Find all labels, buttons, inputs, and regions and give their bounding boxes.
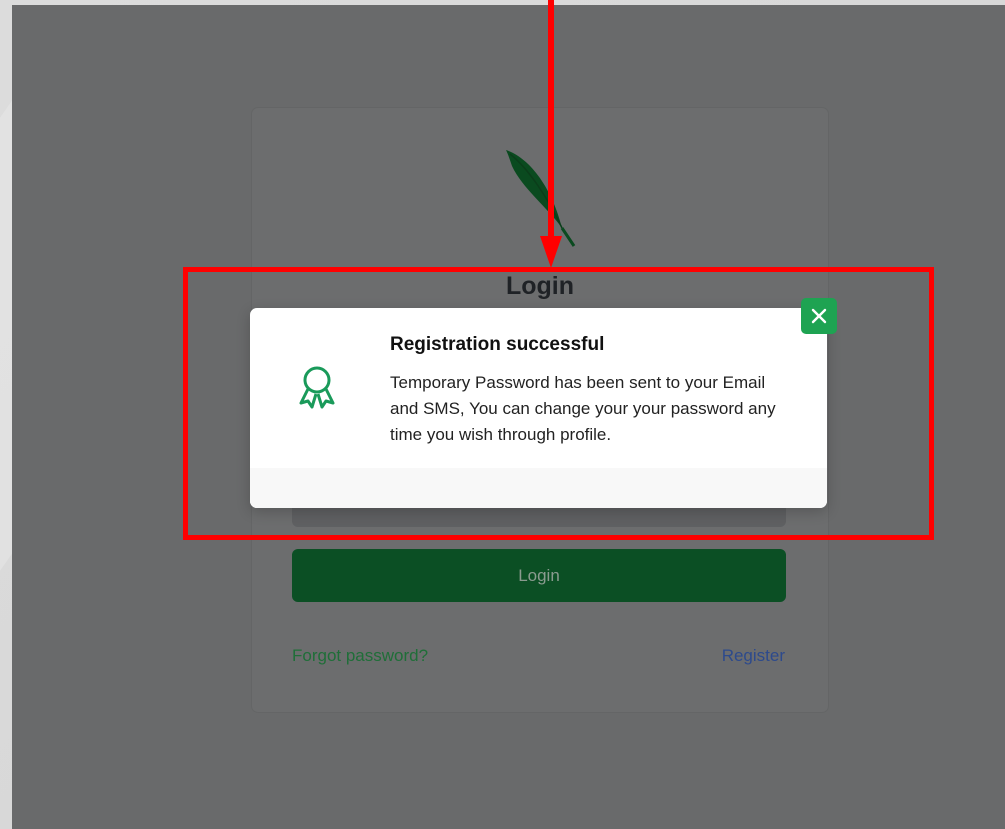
login-button[interactable]: Login (292, 549, 786, 602)
forgot-password-link[interactable]: Forgot password? (292, 646, 428, 666)
annotation-arrow (540, 0, 562, 268)
register-link[interactable]: Register (722, 646, 785, 666)
annotation-highlight-box (183, 267, 934, 540)
